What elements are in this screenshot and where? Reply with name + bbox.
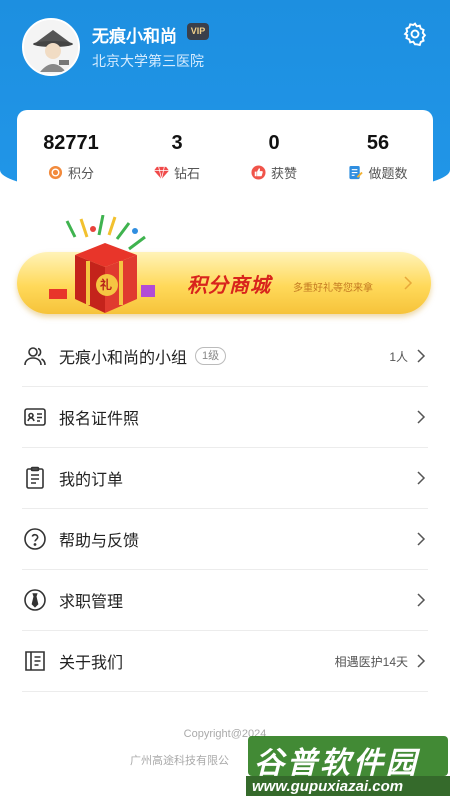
stat-value: 3: [171, 132, 183, 154]
group-icon: [24, 347, 46, 366]
chevron-right-icon: [417, 654, 426, 668]
group-level-badge: 1级: [195, 347, 227, 365]
mall-title: 积分商城: [187, 275, 271, 297]
menu-item-orders[interactable]: 我的订单: [22, 448, 428, 509]
site-watermark: 谷普软件园 www.gupuxiazai.com: [246, 730, 450, 800]
watermark-url: www.gupuxiazai.com: [252, 778, 404, 795]
menu-list: 无痕小和尚的小组 1级 1人 报名证件照 我的订单 帮助与反馈 求职管理 关于我…: [22, 326, 428, 692]
stat-value: 82771: [43, 132, 99, 154]
stat-label: 获赞: [270, 166, 297, 181]
chevron-right-icon: [417, 410, 426, 424]
chevron-right-icon: [417, 471, 426, 485]
stat-value: 56: [366, 132, 390, 154]
days-together-text: 相遇医护14天: [334, 654, 408, 669]
watermark-title: 谷普软件园: [254, 747, 419, 780]
chevron-right-icon: [404, 276, 413, 290]
like-icon: [251, 165, 266, 180]
help-icon: [24, 528, 46, 550]
gift-character: 礼: [100, 278, 113, 292]
chevron-right-icon: [417, 593, 426, 607]
stat-value: 0: [268, 132, 280, 154]
stat-label: 做题数: [368, 166, 408, 181]
stat-points[interactable]: 82771 积分: [21, 132, 121, 182]
gear-icon[interactable]: [402, 21, 428, 47]
menu-label: 求职管理: [59, 594, 124, 611]
job-icon: [24, 589, 46, 611]
menu-item-about[interactable]: 关于我们 相遇医护14天: [22, 631, 428, 692]
stat-exercises[interactable]: 56 做题数: [328, 132, 428, 182]
id-card-icon: [24, 408, 46, 426]
menu-label: 我的订单: [59, 472, 124, 489]
group-member-count: 1人: [389, 349, 408, 364]
exercise-icon: [349, 165, 364, 180]
company-name: 广州高途科技有限公: [130, 755, 229, 767]
points-icon: [48, 165, 63, 180]
menu-item-jobs[interactable]: 求职管理: [22, 570, 428, 631]
stat-diamonds[interactable]: 3 钻石: [127, 132, 227, 182]
order-icon: [26, 466, 44, 489]
chevron-right-icon: [417, 349, 426, 363]
menu-label: 无痕小和尚的小组: [59, 350, 188, 367]
diamond-icon: [153, 166, 169, 180]
chevron-right-icon: [417, 532, 426, 546]
menu-item-help[interactable]: 帮助与反馈: [22, 509, 428, 570]
menu-label: 报名证件照: [59, 411, 140, 428]
stat-label: 钻石: [173, 166, 200, 181]
hospital-name: 北京大学第三医院: [92, 53, 204, 69]
menu-label: 帮助与反馈: [59, 533, 140, 550]
menu-label: 关于我们: [59, 655, 124, 672]
about-icon: [25, 651, 45, 671]
avatar[interactable]: [22, 18, 80, 76]
menu-item-group[interactable]: 无痕小和尚的小组 1级 1人: [22, 326, 428, 387]
mall-subtitle: 多重好礼等您来拿: [293, 283, 373, 294]
username: 无痕小和尚: [92, 27, 177, 46]
vip-badge[interactable]: VIP: [187, 23, 209, 40]
stat-likes[interactable]: 0 获赞: [224, 132, 324, 182]
menu-item-id-photo[interactable]: 报名证件照: [22, 387, 428, 448]
stat-label: 积分: [67, 166, 94, 181]
gift-box-icon: 礼: [45, 214, 165, 315]
